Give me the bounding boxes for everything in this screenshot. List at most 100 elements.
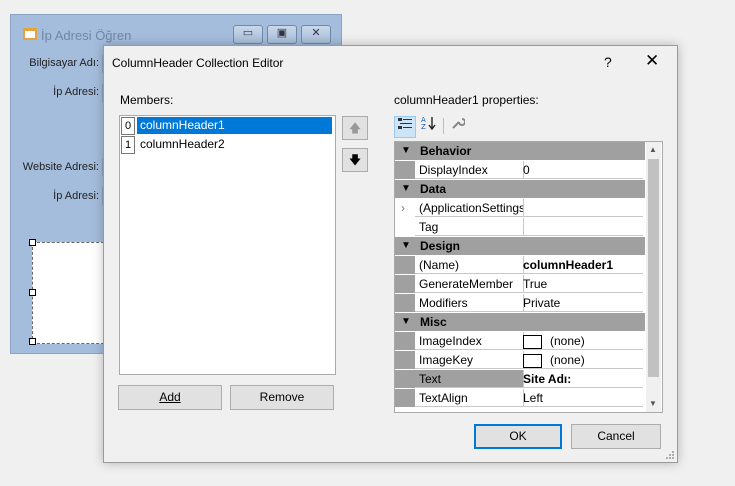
collapse-icon: ▼: [401, 183, 411, 194]
category-misc[interactable]: ▼ Misc: [395, 313, 645, 331]
property-row[interactable]: › (ApplicationSettings): [395, 199, 645, 217]
form-app-icon: [23, 28, 37, 40]
property-name: TextAlign: [415, 389, 524, 407]
grid-gutter: [395, 370, 415, 388]
expand-icon[interactable]: ›: [401, 199, 405, 217]
grid-gutter: [395, 332, 415, 350]
help-button[interactable]: ?: [604, 54, 612, 70]
categorized-icon[interactable]: [394, 116, 416, 138]
category-label: Design: [420, 239, 461, 253]
website-address-label: Website Adresi:: [22, 161, 99, 173]
maximize-icon: ▣: [276, 27, 288, 39]
property-value-text: (none): [550, 334, 585, 348]
category-design[interactable]: ▼ Design: [395, 237, 645, 255]
property-value[interactable]: Left: [520, 389, 643, 407]
property-row[interactable]: TextAlign Left: [395, 389, 645, 407]
member-index: 0: [121, 117, 135, 135]
image-swatch: [523, 353, 542, 368]
close-button[interactable]: ✕: [301, 25, 331, 44]
remove-button[interactable]: Remove: [230, 385, 334, 410]
collapse-icon: ▼: [401, 145, 411, 156]
property-row[interactable]: (Name) columnHeader1: [395, 256, 645, 274]
ip-address-label: İp Adresi:: [53, 86, 99, 98]
member-name: columnHeader1: [137, 117, 332, 134]
property-value[interactable]: (none): [520, 351, 643, 369]
property-name: Text: [415, 370, 524, 388]
grid-gutter: [395, 199, 415, 217]
property-name: Tag: [415, 218, 524, 236]
ok-button[interactable]: OK: [474, 424, 562, 449]
grid-gutter: [395, 294, 415, 312]
member-name: columnHeader2: [140, 137, 225, 151]
property-value-text: (none): [550, 353, 585, 367]
collapse-icon: ▼: [401, 316, 411, 327]
dialog-close-button[interactable]: ✕: [645, 51, 659, 71]
property-pages-icon[interactable]: [448, 116, 468, 136]
grid-gutter: [395, 275, 415, 293]
cancel-button[interactable]: Cancel: [571, 424, 661, 449]
add-button[interactable]: Add: [118, 385, 222, 410]
property-value[interactable]: True: [520, 275, 643, 293]
minimize-icon: ▭: [242, 27, 254, 39]
properties-label: columnHeader1 properties:: [394, 93, 539, 107]
property-row[interactable]: Tag: [395, 218, 645, 236]
member-index: 1: [121, 136, 135, 154]
property-grid[interactable]: ▼ Behavior DisplayIndex 0 ▼ Data › (Applicat…: [394, 141, 663, 413]
property-name: (Name): [415, 256, 524, 274]
scroll-up-icon[interactable]: ▲: [649, 145, 657, 154]
property-name: DisplayIndex: [415, 161, 524, 179]
property-name: ImageKey: [415, 351, 524, 369]
image-swatch: [523, 334, 542, 349]
computer-name-label: Bilgisayar Adı:: [29, 57, 99, 69]
property-value[interactable]: columnHeader1: [520, 256, 643, 274]
property-grid-scrollbar[interactable]: ▲ ▼: [646, 142, 661, 412]
arrow-up-icon: 🡅: [348, 121, 362, 135]
property-value[interactable]: Site Adı:: [520, 370, 643, 388]
maximize-button[interactable]: ▣: [267, 25, 297, 44]
member-item[interactable]: 0 columnHeader1: [120, 116, 335, 135]
category-label: Data: [420, 182, 447, 196]
member-item[interactable]: 1 columnHeader2: [120, 135, 335, 154]
move-up-button[interactable]: 🡅: [342, 116, 368, 140]
property-value[interactable]: Private: [520, 294, 643, 312]
property-row[interactable]: ImageIndex (none): [395, 332, 645, 350]
move-down-button[interactable]: 🡇: [342, 148, 368, 172]
remove-button-label: Remove: [259, 390, 305, 404]
sort-alphabetical-icon[interactable]: AZ: [419, 116, 439, 136]
dialog-title: ColumnHeader Collection Editor: [112, 56, 284, 70]
property-name: GenerateMember: [415, 275, 524, 293]
grid-gutter: [395, 256, 415, 274]
property-value[interactable]: 0: [520, 161, 643, 179]
property-row[interactable]: ImageKey (none): [395, 351, 645, 369]
members-list[interactable]: 0 columnHeader1 1 columnHeader2: [119, 115, 336, 375]
size-grip-icon[interactable]: [665, 450, 675, 460]
property-row[interactable]: DisplayIndex 0: [395, 161, 645, 179]
property-row-selected[interactable]: Text Site Adı:: [395, 370, 645, 388]
collection-editor-dialog: ColumnHeader Collection Editor ? ✕ Membe…: [103, 45, 678, 463]
resize-handle[interactable]: [29, 338, 36, 345]
arrow-down-icon: 🡇: [348, 153, 362, 167]
grid-gutter: [395, 351, 415, 369]
category-data[interactable]: ▼ Data: [395, 180, 645, 198]
property-grid-toolbar: AZ: [394, 116, 474, 138]
toolbar-separator: [443, 118, 444, 134]
category-label: Behavior: [420, 144, 472, 158]
category-behavior[interactable]: ▼ Behavior: [395, 142, 645, 160]
property-row[interactable]: Modifiers Private: [395, 294, 645, 312]
grid-gutter: [395, 161, 415, 179]
ok-button-label: OK: [509, 429, 527, 443]
minimize-button[interactable]: ▭: [233, 25, 263, 44]
scrollbar-thumb[interactable]: [648, 159, 659, 377]
grid-gutter: [395, 218, 415, 236]
property-name: Modifiers: [415, 294, 524, 312]
property-name: ImageIndex: [415, 332, 524, 350]
property-value[interactable]: (none): [520, 332, 643, 350]
close-icon: ✕: [311, 27, 321, 39]
property-row[interactable]: GenerateMember True: [395, 275, 645, 293]
resize-handle[interactable]: [29, 289, 36, 296]
property-value[interactable]: [520, 218, 643, 236]
resize-handle[interactable]: [29, 239, 36, 246]
listview-control[interactable]: [32, 242, 114, 344]
scroll-down-icon[interactable]: ▼: [649, 399, 657, 408]
property-value[interactable]: [520, 199, 643, 217]
